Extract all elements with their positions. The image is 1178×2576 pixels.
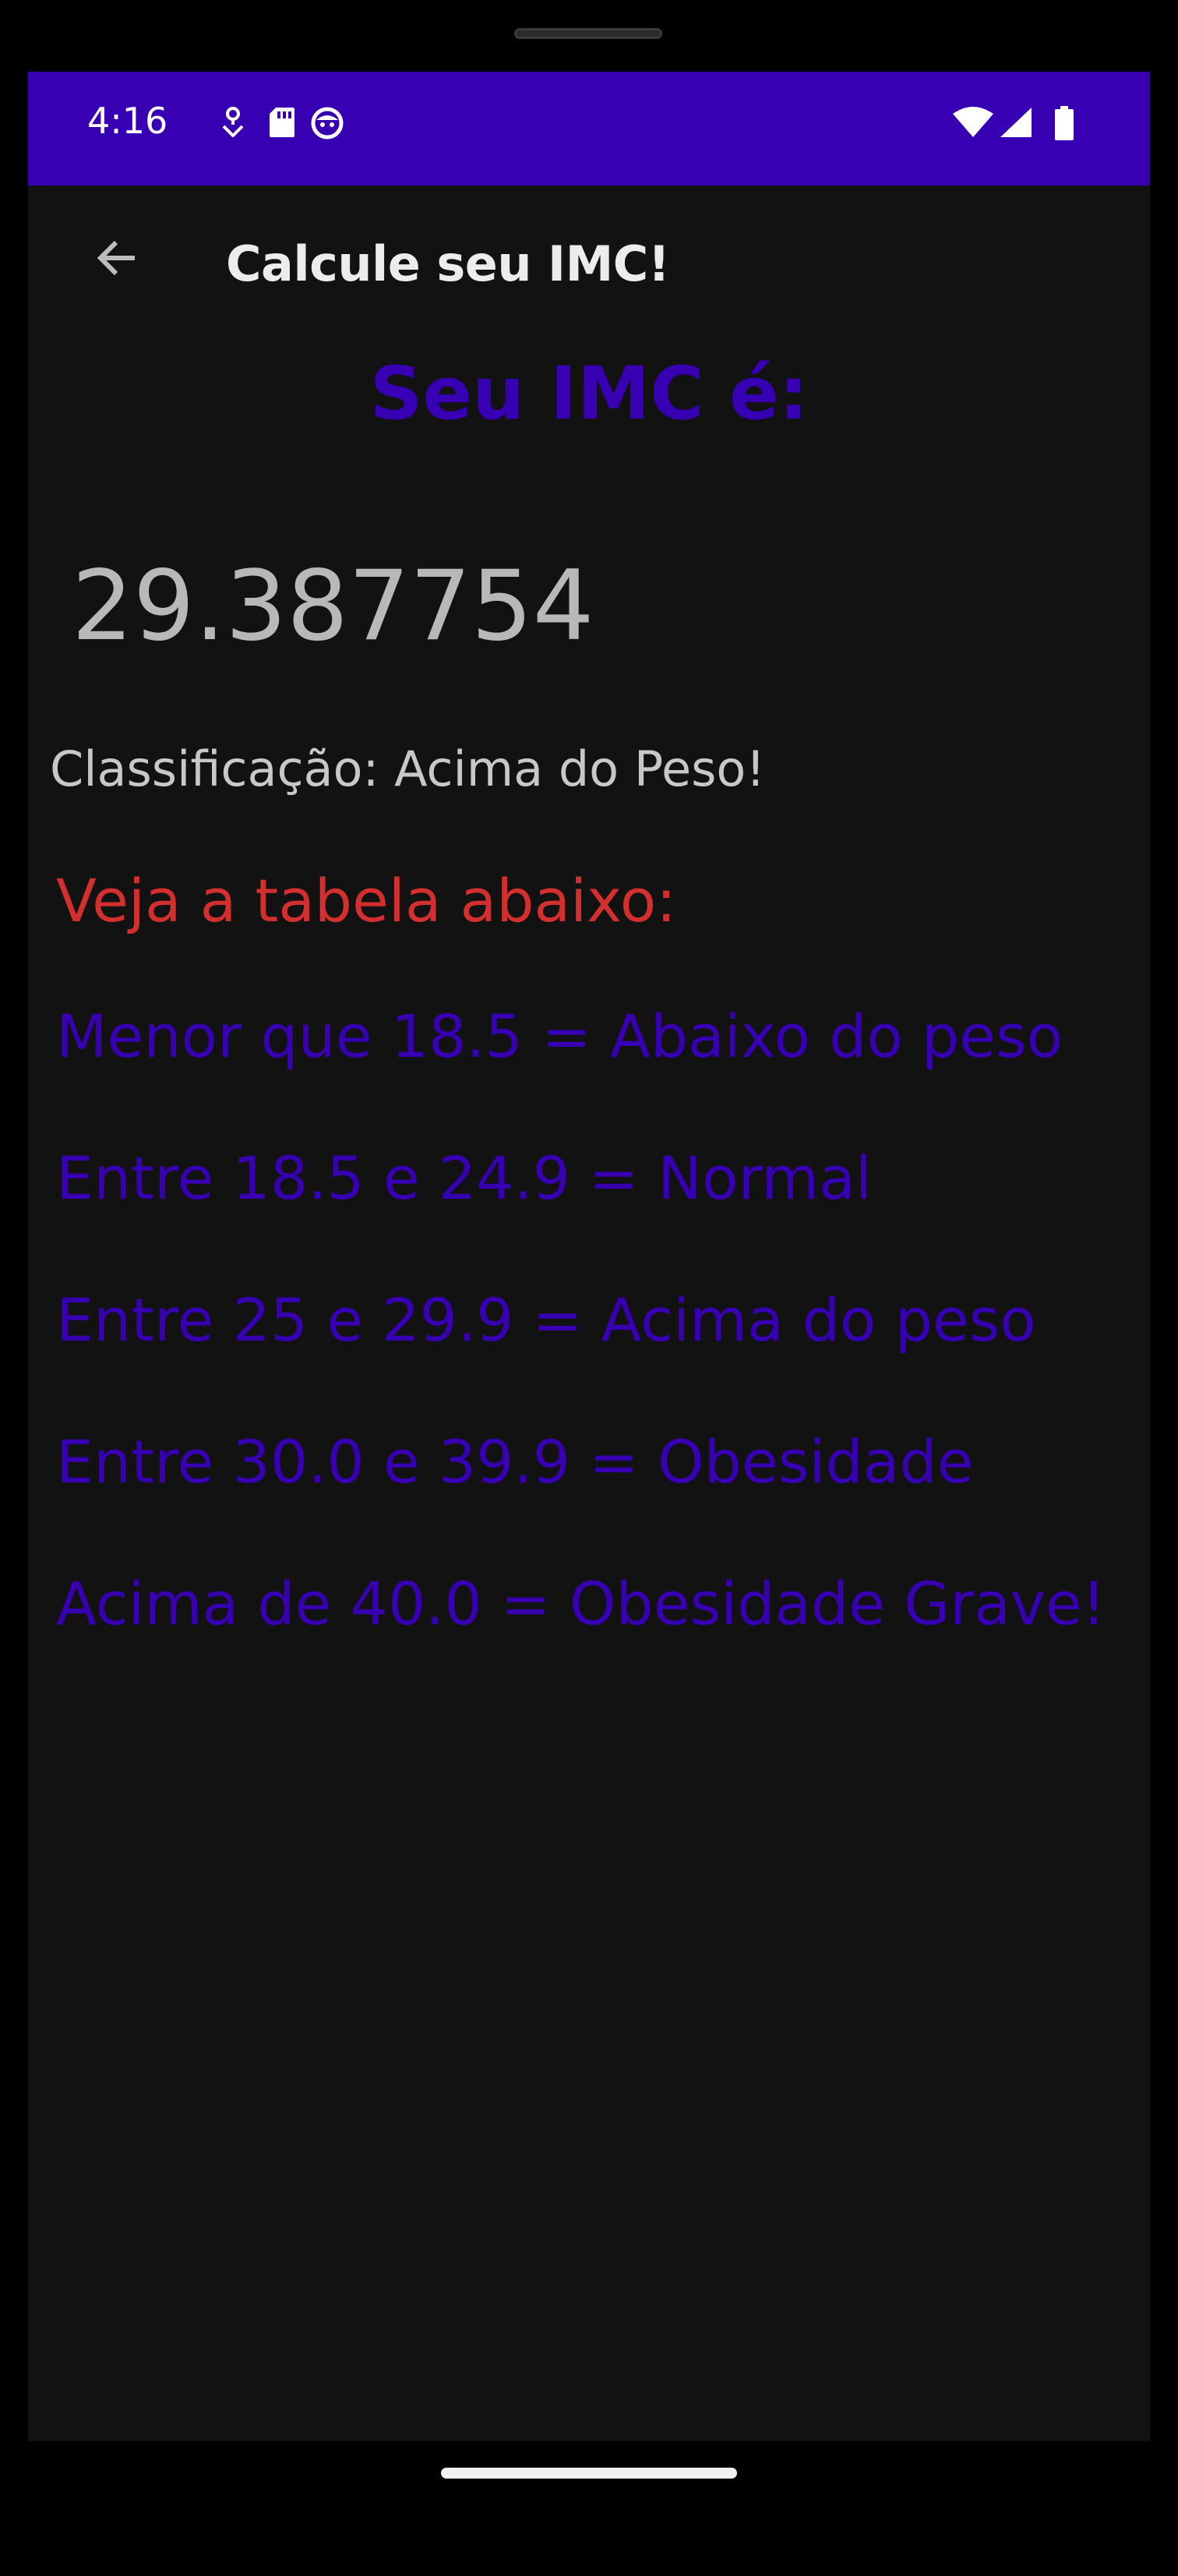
imc-value: 29.387754 — [72, 550, 594, 663]
earpiece-speaker — [514, 28, 662, 39]
range-item-obesity: Entre 30.0 e 39.9 = Obesidade — [56, 1427, 974, 1496]
arrow-back-icon — [93, 233, 143, 286]
range-item-normal: Entre 18.5 e 24.9 = Normal — [56, 1143, 872, 1213]
cell-signal-icon — [999, 106, 1033, 139]
range-item-underweight: Menor que 18.5 = Abaixo do peso — [56, 1002, 1063, 1071]
home-indicator[interactable] — [441, 2468, 737, 2479]
location-notification-icon — [221, 106, 245, 139]
app-title: Calcule seu IMC! — [226, 235, 670, 292]
result-heading: Seu IMC é: — [369, 352, 809, 436]
classification-text: Classificação: Acima do Peso! — [50, 740, 766, 797]
back-button[interactable] — [75, 217, 160, 302]
battery-icon — [1053, 106, 1075, 140]
range-item-overweight: Entre 25 e 29.9 = Acima do peso — [56, 1285, 1036, 1355]
device-frame: 4:16 Calcule seu IMC! Seu IMC é: 29.3877… — [0, 0, 1178, 2576]
app-bar: Calcule seu IMC! — [28, 186, 1150, 341]
wifi-icon — [952, 106, 994, 139]
status-time: 4:16 — [87, 100, 168, 142]
face-notification-icon — [310, 106, 344, 140]
status-bar: 4:16 — [28, 72, 1150, 186]
app-screen: 4:16 Calcule seu IMC! Seu IMC é: 29.3877… — [28, 72, 1150, 2441]
sd-card-icon — [268, 106, 296, 139]
table-intro: Veja a tabela abaixo: — [56, 866, 676, 935]
range-item-severe-obesity: Acima de 40.0 = Obesidade Grave! — [56, 1569, 1106, 1638]
